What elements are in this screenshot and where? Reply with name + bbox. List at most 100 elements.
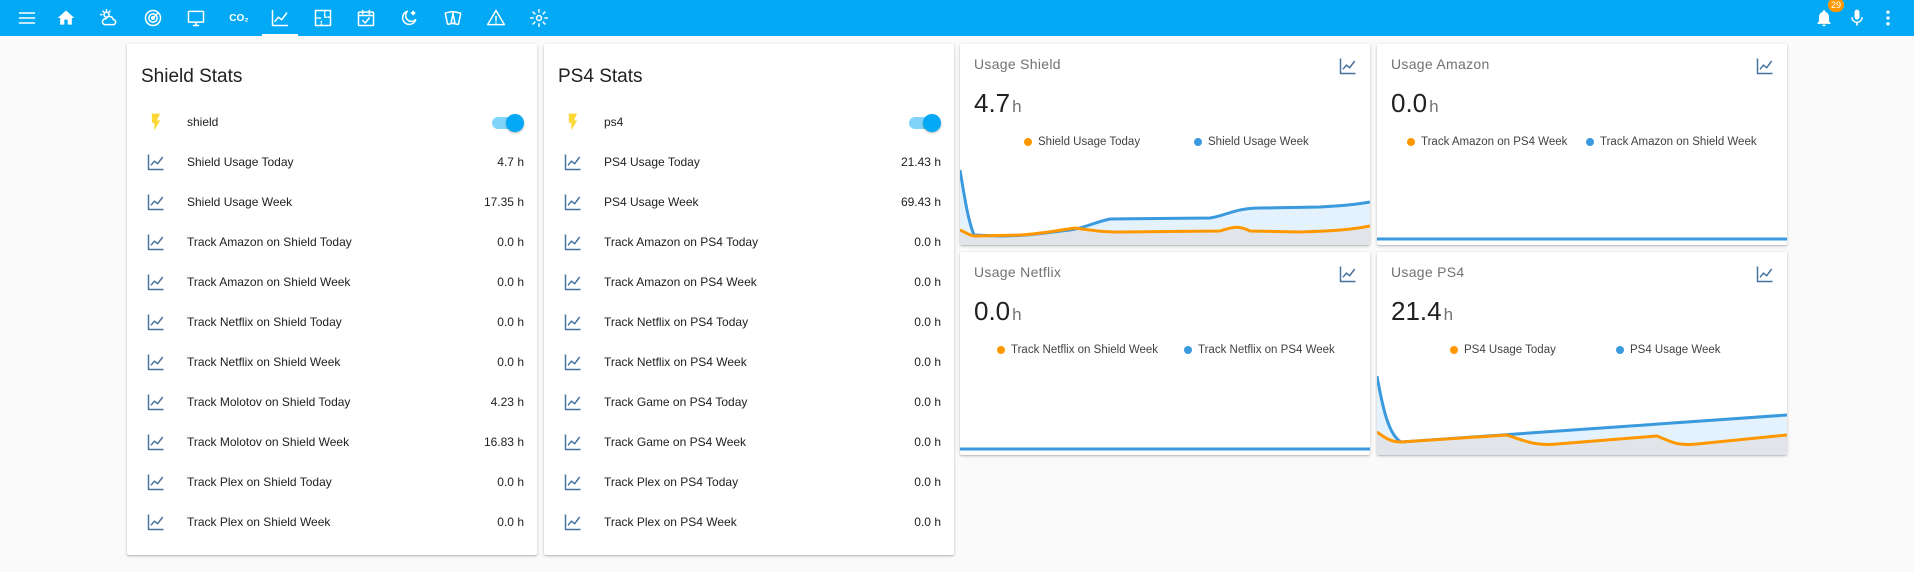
entity-value: 0.0 h [497, 315, 524, 329]
entity-row[interactable]: Track Game on PS4 Week 0.0 h [544, 422, 954, 462]
entity-value: 21.43 h [900, 155, 941, 169]
moon-star-icon[interactable] [391, 0, 427, 36]
chart-line-icon [1756, 266, 1773, 283]
legend-item: Track Amazon on PS4 Week [1407, 136, 1567, 148]
shield-stats-card: Shield Stats shield Shield Usage Today 4.… [127, 44, 537, 555]
entity-name: Track Amazon on PS4 Week [604, 275, 757, 289]
entity-row[interactable]: PS4 Usage Week 69.43 h [544, 182, 954, 222]
entity-name: Track Game on PS4 Week [604, 435, 747, 449]
flash-icon [141, 112, 171, 132]
graph-value: 0.0 h [1391, 88, 1439, 118]
entity-value: 69.43 h [900, 195, 941, 209]
more-vert-icon[interactable] [1870, 0, 1906, 36]
graph-value: 21.4 h [1391, 296, 1454, 326]
top-app-bar: CO₂ 29 [0, 0, 1914, 36]
ps4-toggle[interactable] [907, 112, 941, 132]
entity-row[interactable]: Track Plex on Shield Week 0.0 h [127, 502, 537, 542]
entity-name: Track Molotov on Shield Today [187, 395, 351, 409]
flash-icon [558, 112, 588, 132]
chart-line-icon[interactable] [262, 0, 298, 36]
usage-netflix-graph-card[interactable]: Usage Netflix 0.0 h Track Netflix on Shie… [960, 252, 1370, 455]
entity-row[interactable]: Track Molotov on Shield Today 4.23 h [127, 382, 537, 422]
chart-line-icon [558, 272, 588, 292]
entity-row[interactable]: Track Amazon on Shield Week 0.0 h [127, 262, 537, 302]
usage-ps4-graph-card[interactable]: Usage PS4 21.4 h PS4 Usage Today PS4 Usag… [1377, 252, 1787, 455]
entity-row[interactable]: Shield Usage Week 17.35 h [127, 182, 537, 222]
switch-label: shield [187, 115, 219, 129]
legend-item: Track Netflix on Shield Week [997, 344, 1158, 356]
entity-name: Track Netflix on Shield Week [187, 355, 341, 369]
monitor-icon[interactable] [178, 0, 214, 36]
entity-value: 0.0 h [497, 355, 524, 369]
entity-value: 0.0 h [914, 395, 941, 409]
entity-row[interactable]: Shield Usage Today 4.7 h [127, 142, 537, 182]
entity-value: 0.0 h [497, 515, 524, 529]
entity-row[interactable]: Track Plex on PS4 Today 0.0 h [544, 462, 954, 502]
entity-row[interactable]: Track Amazon on PS4 Week 0.0 h [544, 262, 954, 302]
legend-item: Shield Usage Today [1024, 136, 1140, 148]
entity-row[interactable]: Track Netflix on PS4 Week 0.0 h [544, 342, 954, 382]
chart-line-icon [1756, 58, 1773, 75]
settings-icon[interactable] [521, 0, 557, 36]
co2-icon[interactable]: CO₂ [221, 0, 257, 36]
chart-line-icon [141, 432, 171, 452]
entity-name: Shield Usage Week [187, 195, 293, 209]
entity-value: 0.0 h [914, 315, 941, 329]
entity-name: Track Netflix on PS4 Today [604, 315, 749, 329]
chart-line-icon [141, 152, 171, 172]
entity-name: Track Plex on Shield Week [187, 515, 331, 529]
radar-icon[interactable] [135, 0, 171, 36]
entity-value: 0.0 h [497, 475, 524, 489]
chart-line-icon [558, 392, 588, 412]
alert-icon[interactable] [478, 0, 514, 36]
entity-row[interactable]: Track Plex on Shield Today 0.0 h [127, 462, 537, 502]
cards-icon[interactable] [435, 0, 471, 36]
legend-item: Track Amazon on Shield Week [1586, 136, 1757, 148]
menu-icon[interactable] [9, 0, 45, 36]
chart-line-icon [558, 232, 588, 252]
weather-icon[interactable] [91, 0, 127, 36]
usage-shield-graph-card[interactable]: Usage Shield 4.7 h Shield Usage Today Shi… [960, 44, 1370, 245]
card-title: PS4 Stats [558, 66, 643, 87]
graph-title: Usage Amazon [1391, 56, 1490, 72]
floor-plan-icon[interactable] [305, 0, 341, 36]
entity-value: 17.35 h [483, 195, 524, 209]
bell-icon[interactable]: 29 [1806, 0, 1845, 36]
shield-toggle[interactable] [490, 112, 524, 132]
ps4-stats-card: PS4 Stats ps4 PS4 Usage Today 21.43 h PS4 … [544, 44, 954, 555]
entity-row[interactable]: PS4 Usage Today 21.43 h [544, 142, 954, 182]
entity-row[interactable]: Track Plex on PS4 Week 0.0 h [544, 502, 954, 542]
entity-value: 0.0 h [914, 355, 941, 369]
graph-value: 0.0 h [974, 296, 1022, 326]
shield-switch-row[interactable]: shield [127, 102, 537, 142]
entity-row[interactable]: Track Netflix on Shield Week 0.0 h [127, 342, 537, 382]
chart-line-icon [558, 512, 588, 532]
switch-label: ps4 [604, 115, 624, 129]
chart-line-icon [141, 352, 171, 372]
legend-item: Track Netflix on PS4 Week [1184, 344, 1335, 356]
entity-value: 4.7 h [497, 155, 524, 169]
entity-row[interactable]: Track Amazon on PS4 Today 0.0 h [544, 222, 954, 262]
legend-item: PS4 Usage Week [1616, 344, 1721, 356]
usage-amazon-graph-card[interactable]: Usage Amazon 0.0 h Track Amazon on PS4 We… [1377, 44, 1787, 245]
entity-row[interactable]: Track Netflix on PS4 Today 0.0 h [544, 302, 954, 342]
chart-line-icon [558, 432, 588, 452]
entity-row[interactable]: Track Molotov on Shield Week 16.83 h [127, 422, 537, 462]
calendar-icon[interactable] [348, 0, 384, 36]
entity-name: Track Amazon on Shield Today [187, 235, 352, 249]
chart-line-icon [558, 312, 588, 332]
entity-row[interactable]: Track Game on PS4 Today 0.0 h [544, 382, 954, 422]
ps4-switch-row[interactable]: ps4 [544, 102, 954, 142]
chart-line-icon [558, 152, 588, 172]
chart-line-icon [558, 192, 588, 212]
entity-name: Shield Usage Today [187, 155, 294, 169]
home-icon[interactable] [48, 0, 84, 36]
entity-name: Track Game on PS4 Today [604, 395, 748, 409]
entity-row[interactable]: Track Amazon on Shield Today 0.0 h [127, 222, 537, 262]
graph-title: Usage Netflix [974, 264, 1062, 280]
entity-name: Track Molotov on Shield Week [187, 435, 350, 449]
chart-line-icon [141, 232, 171, 252]
entity-name: Track Plex on Shield Today [187, 475, 332, 489]
entity-row[interactable]: Track Netflix on Shield Today 0.0 h [127, 302, 537, 342]
legend-item: Shield Usage Week [1194, 136, 1309, 148]
